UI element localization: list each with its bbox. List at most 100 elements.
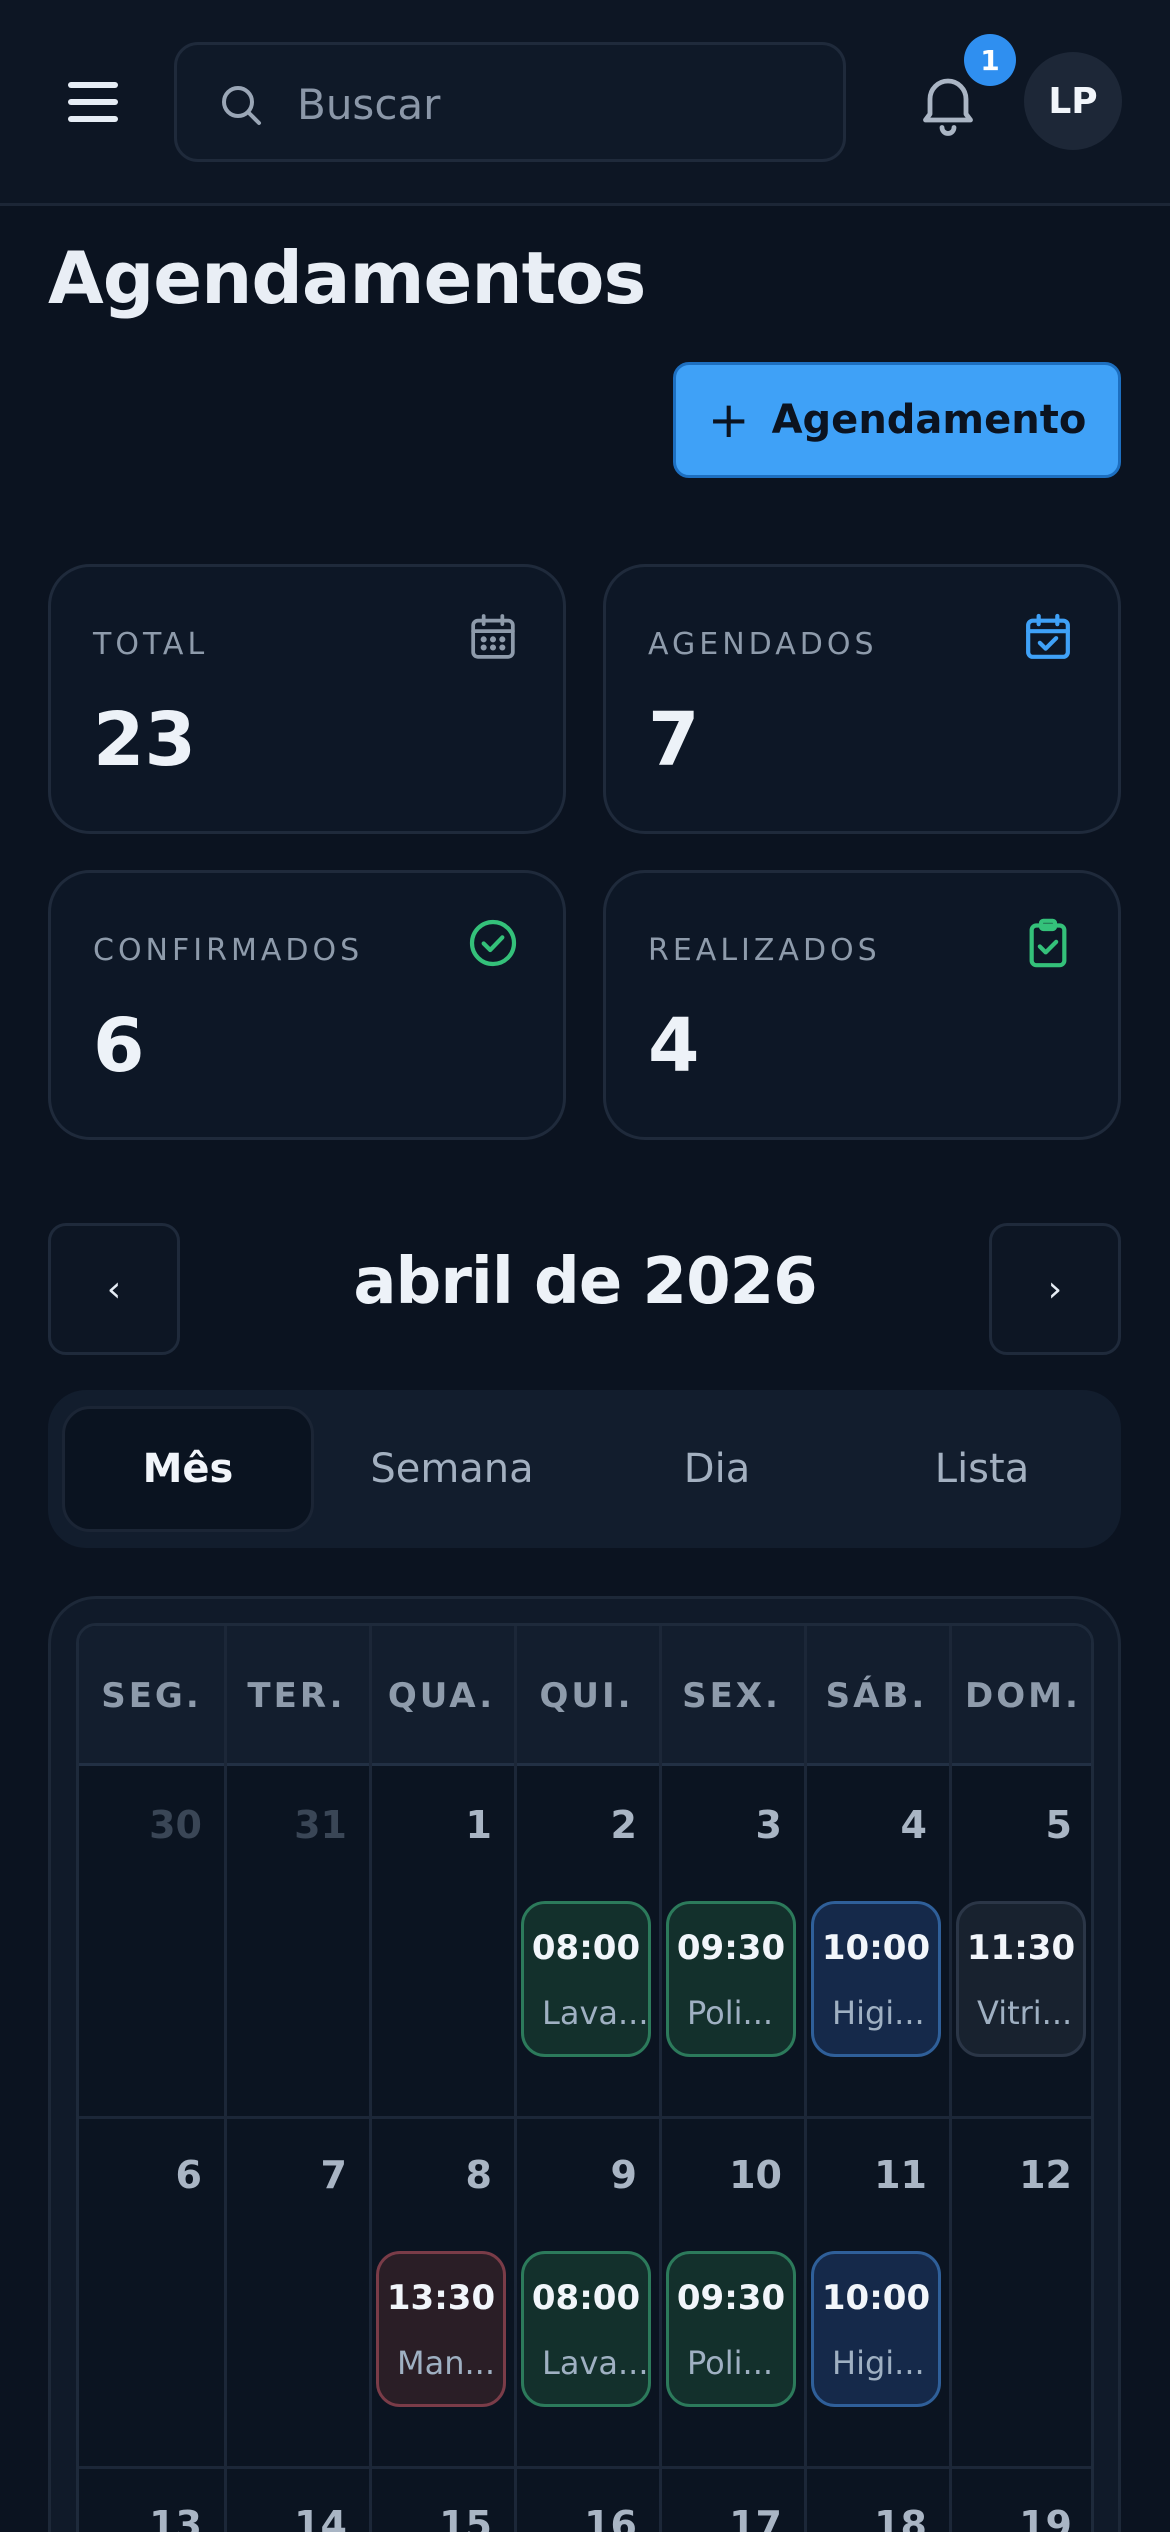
day-number[interactable]: 18 — [807, 2503, 927, 2532]
notification-badge: 1 — [964, 34, 1016, 86]
event-chip[interactable]: 08:00 Lava... — [521, 2251, 651, 2407]
stat-value: 7 — [648, 697, 700, 783]
weekday-label: DOM. — [965, 1676, 1081, 1716]
day-number[interactable]: 10 — [662, 2153, 782, 2197]
tab-list[interactable]: Lista — [856, 1406, 1108, 1532]
grid-line — [804, 1626, 807, 2532]
event-time: 13:30 — [386, 2278, 496, 2318]
event-name: Poli... — [687, 2344, 774, 2382]
day-number[interactable]: 6 — [82, 2153, 202, 2197]
weekday-label: SEG. — [101, 1676, 202, 1716]
menu-icon — [68, 82, 118, 88]
top-bar: 1 LP — [0, 0, 1170, 206]
stat-value: 4 — [648, 1003, 700, 1089]
grid-line — [369, 1626, 372, 2532]
calendar-grid: SEG. TER. QUA. QUI. SEX. SÁB. DOM. 30 31… — [76, 1623, 1094, 2532]
weekday-label: QUA. — [387, 1676, 496, 1716]
event-chip[interactable]: 13:30 Man... — [376, 2251, 506, 2407]
event-name: Lava... — [542, 2344, 649, 2382]
stat-label: REALIZADOS — [648, 933, 881, 968]
event-time: 09:30 — [676, 2278, 786, 2318]
day-number[interactable]: 1 — [372, 1803, 492, 1847]
menu-button[interactable] — [58, 72, 128, 132]
day-number[interactable]: 16 — [517, 2503, 637, 2532]
search-icon — [222, 86, 261, 125]
tab-day[interactable]: Dia — [591, 1406, 843, 1532]
event-time: 10:00 — [821, 2278, 931, 2318]
day-number[interactable]: 11 — [807, 2153, 927, 2197]
prev-month-button[interactable]: ‹ — [48, 1223, 180, 1355]
tab-month[interactable]: Mês — [62, 1406, 314, 1532]
day-number[interactable]: 7 — [227, 2153, 347, 2197]
tab-week[interactable]: Semana — [326, 1406, 578, 1532]
menu-icon-line — [68, 116, 118, 122]
day-number[interactable]: 19 — [952, 2503, 1072, 2532]
event-name: Higi... — [832, 2344, 925, 2382]
next-month-button[interactable]: › — [989, 1223, 1121, 1355]
day-number[interactable]: 3 — [662, 1803, 782, 1847]
weekday-label: SÁB. — [825, 1676, 928, 1716]
view-tabs: Mês Semana Dia Lista — [48, 1390, 1121, 1548]
event-chip[interactable]: 08:00 Lava... — [521, 1901, 651, 2057]
chevron-left-icon: ‹ — [106, 1268, 122, 1310]
search-input[interactable] — [297, 69, 817, 139]
day-number[interactable]: 13 — [82, 2503, 202, 2532]
event-time: 08:00 — [531, 2278, 641, 2318]
stat-label: AGENDADOS — [648, 627, 878, 662]
event-chip[interactable]: 11:30 Vitri... — [956, 1901, 1086, 2057]
event-chip[interactable]: 10:00 Higi... — [811, 1901, 941, 2057]
event-chip[interactable]: 09:30 Poli... — [666, 1901, 796, 2057]
clipboard-check-icon — [1029, 918, 1067, 968]
day-number[interactable]: 2 — [517, 1803, 637, 1847]
day-number[interactable]: 12 — [952, 2153, 1072, 2197]
day-number[interactable]: 31 — [227, 1803, 347, 1847]
day-number[interactable]: 5 — [952, 1803, 1072, 1847]
grid-line — [659, 1626, 662, 2532]
grid-line — [79, 2116, 1091, 2119]
day-number[interactable]: 30 — [82, 1803, 202, 1847]
event-name: Vitri... — [977, 1994, 1073, 2032]
stat-value: 23 — [93, 697, 196, 783]
stat-value: 6 — [93, 1003, 145, 1089]
stat-card-confirmed: CONFIRMADOS 6 — [48, 870, 566, 1140]
weekday-label: TER. — [247, 1676, 346, 1716]
stat-card-total: TOTAL 23 — [48, 564, 566, 834]
grid-line — [514, 1626, 517, 2532]
event-time: 08:00 — [531, 1928, 641, 1968]
search-box[interactable] — [174, 42, 846, 162]
event-name: Higi... — [832, 1994, 925, 2032]
day-number[interactable]: 17 — [662, 2503, 782, 2532]
stat-card-done: REALIZADOS 4 — [603, 870, 1121, 1140]
calendar-grid-icon — [471, 614, 515, 659]
event-name: Man... — [397, 2344, 496, 2382]
weekday-label: QUI. — [539, 1676, 634, 1716]
grid-line — [224, 1626, 227, 2532]
day-number[interactable]: 14 — [227, 2503, 347, 2532]
event-chip[interactable]: 10:00 Higi... — [811, 2251, 941, 2407]
day-number[interactable]: 8 — [372, 2153, 492, 2197]
event-time: 09:30 — [676, 1928, 786, 1968]
month-title: abril de 2026 — [353, 1245, 817, 1319]
weekday-header-row: SEG. TER. QUA. QUI. SEX. SÁB. DOM. — [79, 1626, 1091, 1766]
event-time: 10:00 — [821, 1928, 931, 1968]
plus-icon: + — [707, 391, 750, 449]
event-name: Lava... — [542, 1994, 649, 2032]
new-appointment-button[interactable]: + Agendamento — [673, 362, 1121, 478]
day-number[interactable]: 4 — [807, 1803, 927, 1847]
grid-line — [949, 1626, 952, 2532]
stat-label: CONFIRMADOS — [93, 933, 364, 968]
stat-card-scheduled: AGENDADOS 7 — [603, 564, 1121, 834]
menu-icon-line — [68, 99, 118, 105]
weekday-label: SEX. — [682, 1676, 781, 1716]
event-chip[interactable]: 09:30 Poli... — [666, 2251, 796, 2407]
stat-label: TOTAL — [93, 627, 209, 662]
event-time: 11:30 — [966, 1928, 1076, 1968]
grid-line — [79, 2466, 1091, 2469]
day-number[interactable]: 15 — [372, 2503, 492, 2532]
day-number[interactable]: 9 — [517, 2153, 637, 2197]
calendar-check-icon — [1026, 613, 1070, 659]
event-name: Poli... — [687, 1994, 774, 2032]
avatar[interactable]: LP — [1024, 52, 1122, 150]
chevron-right-icon: › — [1047, 1268, 1063, 1310]
check-circle-icon — [469, 919, 517, 967]
